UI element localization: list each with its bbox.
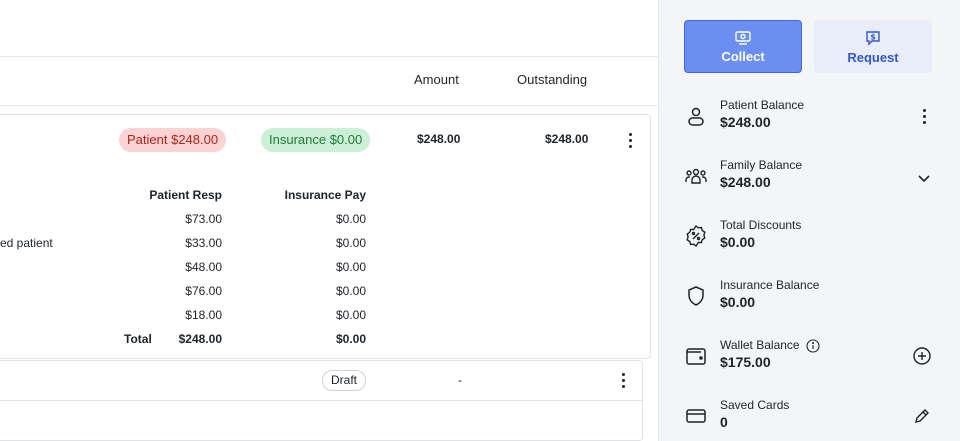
total-discounts-value: $0.00 bbox=[720, 234, 756, 250]
item-outstanding: $248.00 bbox=[545, 132, 589, 146]
insurance-balance-row: Insurance Balance $0.00 bbox=[659, 278, 960, 318]
total-discounts-row: Total Discounts $0.00 bbox=[659, 218, 960, 258]
request-button[interactable]: $ Request bbox=[814, 20, 932, 73]
cash-icon bbox=[735, 30, 751, 45]
discount-badge-icon bbox=[686, 224, 706, 248]
header-patient-resp: Patient Resp bbox=[149, 188, 222, 202]
message-dollar-icon: $ bbox=[866, 30, 880, 46]
family-balance-label: Family Balance bbox=[720, 158, 803, 172]
collect-button[interactable]: Collect bbox=[684, 20, 802, 73]
insurance-balance-value: $0.00 bbox=[720, 294, 756, 310]
add-circle-icon[interactable] bbox=[912, 346, 932, 366]
item-amount: $248.00 bbox=[417, 132, 461, 146]
wallet-balance-row: Wallet Balance $175.00 bbox=[659, 338, 960, 378]
wallet-balance-value: $175.00 bbox=[720, 354, 771, 370]
request-label: Request bbox=[847, 49, 899, 65]
saved-cards-row: Saved Cards 0 bbox=[659, 398, 960, 438]
header-divider bbox=[0, 105, 658, 106]
family-balance-row: Family Balance $248.00 bbox=[659, 158, 960, 198]
card-divider bbox=[0, 400, 642, 401]
patient-amount-pill: Patient $248.00 bbox=[119, 128, 227, 152]
more-icon[interactable] bbox=[914, 106, 934, 126]
ledger-panel: Amount Outstanding Patient $248.00 Insur… bbox=[0, 0, 658, 441]
patient-balance-row: Patient Balance $248.00 bbox=[659, 98, 960, 138]
wallet-balance-label: Wallet Balance bbox=[720, 338, 800, 352]
patient-balance-label: Patient Balance bbox=[720, 98, 805, 112]
patient-balance-value: $248.00 bbox=[720, 114, 771, 130]
person-icon bbox=[688, 107, 704, 126]
breakdown-insurance-4: $0.00 bbox=[335, 308, 366, 322]
breakdown-insurance-0: $0.00 bbox=[335, 212, 366, 226]
total-patient: $248.00 bbox=[178, 332, 222, 346]
breakdown-insurance-3: $0.00 bbox=[335, 284, 366, 298]
saved-cards-value: 0 bbox=[720, 414, 728, 430]
column-header-amount[interactable]: Amount bbox=[414, 72, 459, 87]
family-icon bbox=[685, 168, 707, 184]
balance-sidebar: Collect $ Request Patient Balance $248.0… bbox=[658, 0, 960, 441]
total-insurance: $0.00 bbox=[335, 332, 366, 346]
pencil-icon[interactable] bbox=[912, 406, 932, 426]
item-2-amount: - bbox=[458, 373, 462, 387]
saved-cards-label: Saved Cards bbox=[720, 398, 790, 412]
collect-label: Collect bbox=[721, 48, 765, 64]
svg-text:$: $ bbox=[870, 32, 876, 41]
insurance-amount-pill: Insurance $0.00 bbox=[261, 128, 371, 152]
breakdown-patient-2: $48.00 bbox=[185, 260, 222, 274]
family-balance-value: $248.00 bbox=[720, 174, 771, 190]
breakdown-patient-0: $73.00 bbox=[185, 212, 222, 226]
item-more-icon[interactable] bbox=[622, 130, 638, 150]
breakdown-insurance-1: $0.00 bbox=[335, 236, 366, 250]
info-icon[interactable] bbox=[806, 339, 820, 353]
breakdown-insurance-2: $0.00 bbox=[335, 260, 366, 274]
top-toolbar bbox=[0, 0, 658, 57]
insurance-balance-label: Insurance Balance bbox=[720, 278, 820, 292]
breakdown-patient-3: $76.00 bbox=[185, 284, 222, 298]
item-2-more-icon[interactable] bbox=[615, 370, 631, 390]
breakdown-patient-4: $18.00 bbox=[185, 308, 222, 322]
shield-icon bbox=[688, 286, 704, 306]
breakdown-desc-1: ed patient bbox=[0, 236, 53, 250]
header-insurance-pay: Insurance Pay bbox=[284, 188, 366, 202]
status-badge: Draft bbox=[322, 370, 367, 391]
column-header-outstanding[interactable]: Outstanding bbox=[517, 72, 587, 87]
total-discounts-label: Total Discounts bbox=[720, 218, 802, 232]
chevron-down-icon[interactable] bbox=[914, 168, 934, 188]
wallet-icon bbox=[686, 348, 706, 365]
card-icon bbox=[686, 409, 706, 423]
breakdown-patient-1: $33.00 bbox=[185, 236, 222, 250]
